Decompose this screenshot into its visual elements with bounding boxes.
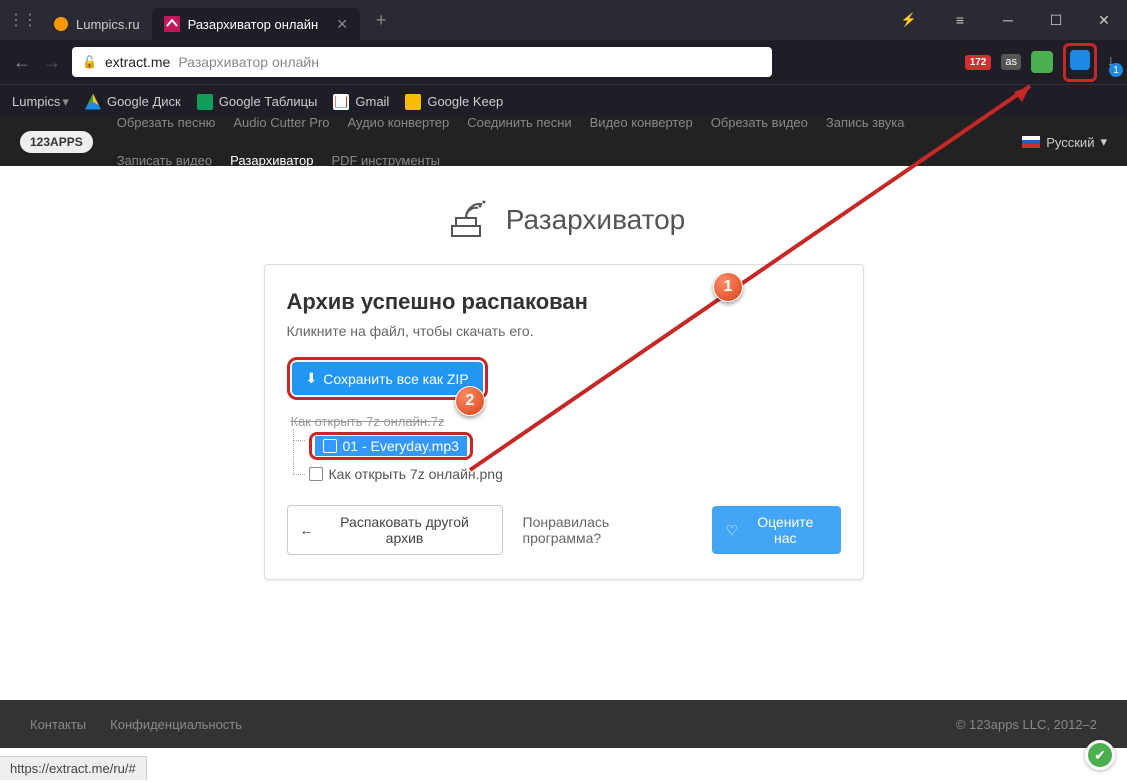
app-nav-bar: 123APPS Обрезать песню Audio Cutter Pro …	[0, 118, 1127, 166]
bookmark-gdrive[interactable]: Google Диск	[85, 94, 181, 110]
download-icon	[1070, 50, 1090, 70]
like-prompt: Понравилась программа?	[523, 514, 692, 546]
bolt-icon[interactable]: ⚡	[901, 12, 917, 28]
nav-link[interactable]: Обрезать видео	[711, 113, 808, 133]
favicon-icon	[54, 17, 68, 31]
image-file-icon	[309, 467, 323, 481]
back-arrow-icon: ←	[300, 522, 314, 538]
card-title: Архив успешно распакован	[287, 289, 841, 315]
button-label: Сохранить все как ZIP	[323, 371, 468, 387]
security-shield-icon[interactable]: ✔	[1085, 740, 1115, 770]
sheets-icon	[197, 94, 213, 110]
bookmark-label: Google Диск	[107, 94, 181, 109]
file-name: 01 - Everyday.mp3	[343, 438, 459, 454]
bookmark-label: Google Таблицы	[219, 94, 318, 109]
tab-label: Разархиватор онлайн	[188, 17, 319, 32]
extension-lastfm-icon[interactable]: as	[1001, 54, 1021, 70]
annotation-highlight-file: 01 - Everyday.mp3	[309, 432, 473, 460]
annotation-marker-2: 2	[455, 386, 485, 416]
page-title: Разархиватор	[506, 204, 685, 236]
address-bar: ← → 🔓 extract.me Разархиватор онлайн 172…	[0, 40, 1127, 84]
audio-file-icon	[323, 439, 337, 453]
bookmark-label: Gmail	[355, 94, 389, 109]
close-button[interactable]: ✕	[1089, 12, 1119, 29]
card-subtitle: Кликните на файл, чтобы скачать его.	[287, 323, 841, 339]
extension-icon[interactable]	[1031, 51, 1053, 73]
url-page-title: Разархиватор онлайн	[178, 54, 319, 70]
nav-link[interactable]: Audio Cutter Pro	[233, 113, 329, 133]
heart-icon: ♡	[726, 522, 739, 539]
favicon-icon	[164, 16, 180, 32]
chevron-down-icon: ▾	[1100, 134, 1107, 150]
tab-lumpics[interactable]: Lumpics.ru	[42, 8, 152, 40]
maximize-button[interactable]: ☐	[1041, 12, 1071, 29]
drive-icon	[85, 94, 101, 110]
drag-handle-icon: ⋮⋮	[8, 10, 36, 30]
footer-link-contacts[interactable]: Контакты	[30, 717, 86, 732]
new-tab-button[interactable]: +	[366, 10, 397, 31]
page-footer: Контакты Конфиденциальность © 123apps LL…	[0, 700, 1127, 748]
forward-button[interactable]: →	[42, 52, 62, 73]
logo[interactable]: 123APPS	[20, 131, 93, 153]
unpack-another-button[interactable]: ← Распаковать другой архив	[287, 505, 503, 555]
nav-link[interactable]: Обрезать песню	[117, 113, 216, 133]
extension-badge[interactable]: 172	[965, 55, 992, 70]
keep-icon	[405, 94, 421, 110]
button-label: Распаковать другой архив	[320, 514, 490, 546]
chevron-down-icon: ▾	[62, 94, 69, 110]
app-links: Обрезать песню Audio Cutter Pro Аудио ко…	[117, 113, 937, 171]
tab-label: Lumpics.ru	[76, 17, 140, 32]
url-domain: extract.me	[105, 54, 170, 70]
tree-item: 01 - Everyday.mp3	[287, 429, 841, 463]
nav-link[interactable]: Видео конвертер	[590, 113, 693, 133]
nav-link[interactable]: Запись звука	[826, 113, 905, 133]
bookmark-sheets[interactable]: Google Таблицы	[197, 94, 318, 110]
file-link-selected[interactable]: 01 - Everyday.mp3	[315, 436, 467, 456]
menu-icon[interactable]: ≡	[945, 12, 975, 28]
lock-icon: 🔓	[82, 55, 97, 69]
tab-extract[interactable]: Разархиватор онлайн ✕	[152, 8, 360, 40]
save-all-zip-button[interactable]: ⬇ Сохранить все как ZIP	[292, 362, 483, 395]
button-label: Оцените нас	[744, 514, 826, 546]
back-button[interactable]: ←	[12, 52, 32, 73]
bookmark-label: Google Keep	[427, 94, 503, 109]
nav-link[interactable]: Соединить песни	[467, 113, 571, 133]
gmail-icon	[333, 94, 349, 110]
annotation-marker-1: 1	[713, 272, 743, 302]
bookmark-lumpics[interactable]: Lumpics ▾	[12, 94, 69, 110]
status-bar: https://extract.me/ru/#	[0, 756, 147, 780]
minimize-button[interactable]: ─	[993, 12, 1023, 28]
window-controls: ⚡ ≡ ─ ☐ ✕	[901, 12, 1119, 29]
download-icon: ⬇	[306, 370, 318, 387]
file-name: Как открыть 7z онлайн.png	[329, 466, 503, 482]
bookmark-keep[interactable]: Google Keep	[405, 94, 503, 110]
tree-root: Как открыть 7z онлайн.7z	[287, 414, 841, 429]
download-count-badge: 1	[1109, 63, 1123, 77]
tree-item: Как открыть 7z онлайн.png	[287, 463, 841, 485]
tab-close-icon[interactable]: ✕	[336, 16, 348, 33]
footer-link-privacy[interactable]: Конфиденциальность	[110, 717, 242, 732]
rate-us-button[interactable]: ♡ Оцените нас	[712, 506, 841, 554]
language-label: Русский	[1046, 135, 1094, 150]
card-footer: ← Распаковать другой архив Понравилась п…	[287, 505, 841, 555]
bookmark-label: Lumpics	[12, 94, 60, 109]
language-selector[interactable]: Русский ▾	[1022, 134, 1107, 150]
hero: Разархиватор	[20, 196, 1107, 244]
copyright: © 123apps LLC, 2012–2	[956, 717, 1097, 732]
file-tree: Как открыть 7z онлайн.7z 01 - Everyday.m…	[287, 414, 841, 485]
downloads-arrow-icon[interactable]: ↓ 1	[1107, 53, 1115, 71]
url-input[interactable]: 🔓 extract.me Разархиватор онлайн	[72, 47, 772, 77]
file-link[interactable]: Как открыть 7z онлайн.png	[309, 466, 841, 482]
bookmark-gmail[interactable]: Gmail	[333, 94, 389, 110]
window-titlebar: ⋮⋮ Lumpics.ru Разархиватор онлайн ✕ + ⚡ …	[0, 0, 1127, 40]
downloads-button[interactable]	[1063, 43, 1097, 82]
nav-link[interactable]: Аудио конвертер	[348, 113, 450, 133]
result-card: Архив успешно распакован Кликните на фай…	[264, 264, 864, 580]
page-content: Разархиватор Архив успешно распакован Кл…	[0, 166, 1127, 706]
flag-ru-icon	[1022, 136, 1040, 148]
unarchiver-icon	[442, 196, 490, 244]
